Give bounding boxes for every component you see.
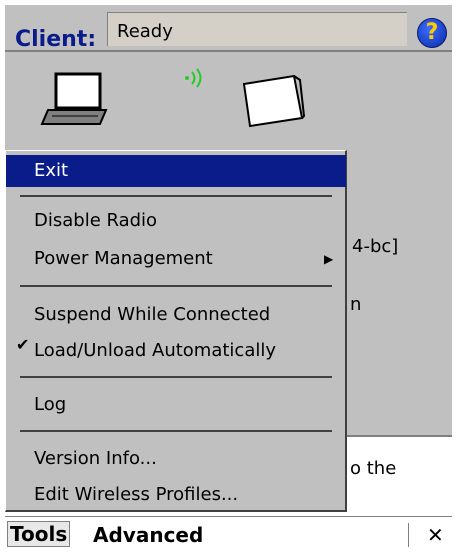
menu-item-load-unload[interactable]: ✔ Load/Unload Automatically — [6, 335, 346, 367]
menu-item-exit[interactable]: Exit — [6, 155, 346, 187]
status-text: Ready — [117, 21, 173, 42]
laptop-icon — [40, 72, 108, 125]
menu-item-edit-profiles[interactable]: Edit Wireless Profiles... — [6, 479, 346, 511]
menu-item-power-management-label: Power Management — [34, 248, 213, 269]
menu-item-version-info[interactable]: Version Info... — [6, 443, 346, 475]
help-icon[interactable]: ? — [417, 18, 447, 48]
menubar-tools[interactable]: Tools — [7, 521, 71, 547]
screen: Client: Ready ? 4-bc] n o the Exit Disab… — [0, 0, 457, 552]
client-label: Client: — [15, 27, 97, 52]
menu-item-power-management[interactable]: Power Management ▶ — [6, 243, 346, 275]
menu-separator — [20, 376, 332, 378]
menu-item-suspend[interactable]: Suspend While Connected — [6, 299, 346, 331]
close-icon[interactable]: ✕ — [427, 523, 444, 547]
menu-separator — [20, 195, 332, 197]
access-point-icon — [242, 74, 306, 128]
menu-item-load-unload-label: Load/Unload Automatically — [34, 340, 277, 361]
menu-item-log[interactable]: Log — [6, 389, 346, 421]
partial-text-3: o the — [350, 458, 397, 479]
partial-text-1: 4-bc] — [352, 236, 399, 257]
menubar-advanced[interactable]: Advanced — [93, 523, 203, 547]
signal-icon — [185, 68, 202, 88]
submenu-arrow-icon: ▶ — [324, 252, 334, 266]
tools-menu: Exit Disable Radio Power Management ▶ Su… — [5, 150, 347, 512]
menubar: Tools Advanced ✕ — [5, 516, 452, 552]
checkmark-icon: ✔ — [16, 335, 30, 354]
menu-separator — [20, 285, 332, 287]
menu-separator — [20, 430, 332, 432]
menu-item-disable-radio[interactable]: Disable Radio — [6, 205, 346, 237]
menubar-divider — [408, 523, 409, 547]
partial-text-2: n — [350, 294, 362, 315]
